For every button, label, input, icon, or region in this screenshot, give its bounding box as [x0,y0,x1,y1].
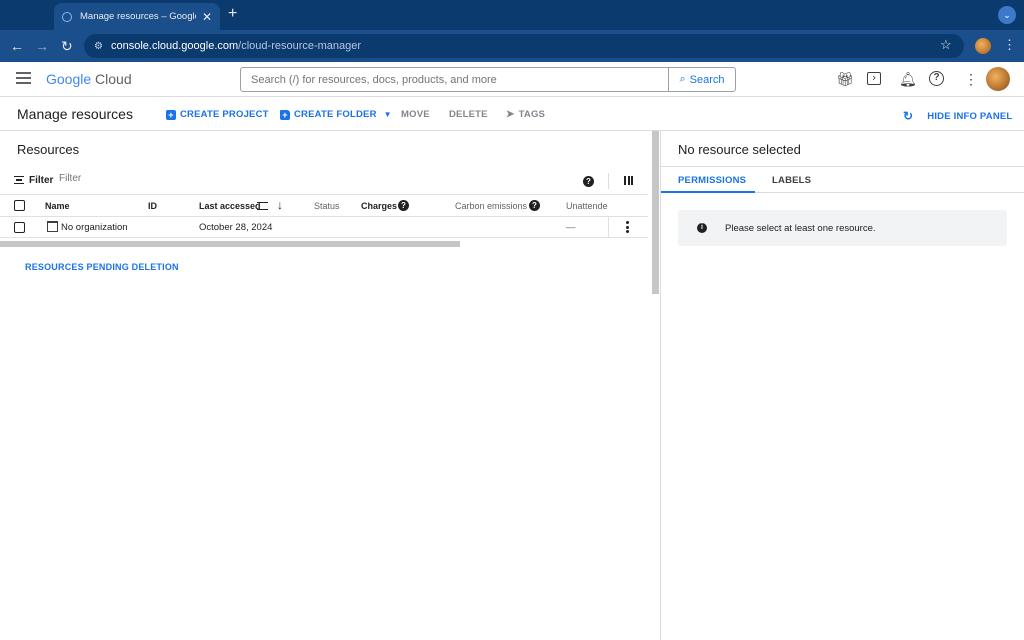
logo-google-text: Google [46,71,92,87]
tab-labels[interactable]: LABELS [772,175,811,186]
help-icon[interactable]: ? [929,71,944,86]
column-header-charges[interactable]: Charges [361,201,397,211]
table-help-icon[interactable]: ? [583,176,594,187]
cell-divider [608,217,609,238]
forward-arrow-icon[interactable]: → [35,37,49,55]
delete-button[interactable]: DELETE [449,109,488,120]
column-header-id[interactable]: ID [148,201,157,211]
search-box: ⌕ Search [240,67,736,92]
row-last-accessed: October 28, 2024 [199,222,273,233]
resources-panel: Resources Filter ? Name ID Last accessed… [0,131,660,640]
search-button-label: Search [689,73,725,86]
tags-label: TAGS [518,109,546,120]
column-header-status[interactable]: Status [314,201,340,211]
tab-title: Manage resources – Google Cloud [80,11,196,22]
filter-icon [14,176,24,184]
more-options-icon[interactable]: ⋮ [964,71,978,87]
notifications-bell-icon[interactable]: 🔔︎ [899,71,917,87]
address-bar[interactable]: ⚙ console.cloud.google.com/cloud-resourc… [84,34,964,58]
row-unattended: — [566,222,576,233]
gift-icon[interactable]: 🎁︎ [836,71,854,87]
reload-icon[interactable]: ↻ [61,37,73,55]
organization-building-icon [47,221,58,232]
account-avatar[interactable] [986,67,1010,91]
logo-cloud: Cloud [95,71,132,87]
tab-search-chevron-icon[interactable]: ⌄ [998,6,1016,24]
sort-filter-icon[interactable] [257,202,268,210]
column-header-carbon-emissions[interactable]: Carbon emissions [455,201,527,211]
hamburger-menu-icon[interactable] [16,72,31,84]
column-display-icon[interactable] [624,176,633,185]
create-project-button[interactable]: + CREATE PROJECT [166,109,269,120]
resources-title: Resources [17,142,80,157]
info-icon: i [697,223,707,233]
url-host: console.cloud.google.com [110,40,239,52]
hide-info-panel-label: HIDE INFO PANEL [927,110,1013,122]
gcp-favicon-icon [62,11,72,22]
new-tab-icon[interactable]: + [228,4,237,24]
info-panel: No resource selected PERMISSIONS LABELS … [661,131,1024,640]
row-checkbox[interactable] [14,222,25,233]
create-project-label: CREATE PROJECT [180,109,269,120]
table-row[interactable]: No organization October 28, 2024 — [0,217,648,238]
row-name[interactable]: No organization [61,222,128,233]
search-input[interactable] [241,68,668,91]
site-settings-icon[interactable]: ⚙ [94,41,103,52]
browser-profile-avatar[interactable] [975,38,991,54]
tab-permissions[interactable]: PERMISSIONS [678,175,746,186]
info-panel-title: No resource selected [678,142,801,157]
select-all-checkbox[interactable] [14,200,25,211]
page-title: Manage resources [17,106,133,122]
browser-toolbar: ← → ↻ ⚙ console.cloud.google.com/cloud-r… [0,30,1024,62]
resources-pending-deletion-link[interactable]: RESOURCES PENDING DELETION [25,262,179,272]
table-header: Name ID Last accessed ↓ Status Charges ?… [0,195,648,217]
column-header-name[interactable]: Name [45,201,70,211]
filter-bar: Filter ? [0,167,648,195]
back-arrow-icon[interactable]: ← [10,37,24,55]
hide-info-panel-button[interactable]: ↻ HIDE INFO PANEL [903,109,1012,123]
bookmark-star-icon[interactable]: ☆ [940,37,952,53]
dropdown-arrow-icon[interactable]: ▼ [384,110,392,119]
move-label: MOVE [401,109,430,120]
close-tab-icon[interactable]: ✕ [202,10,212,24]
tag-icon: ➤ [506,109,515,120]
carbon-help-icon[interactable]: ? [529,200,540,211]
search-button[interactable]: ⌕ Search [668,68,735,91]
move-button[interactable]: MOVE [401,109,430,120]
action-bar: Manage resources + CREATE PROJECT + CREA… [0,97,1024,131]
info-message-box: i Please select at least one resource. [678,210,1007,246]
logo-google: Google [46,71,95,87]
create-folder-label: CREATE FOLDER [294,109,377,120]
delete-label: DELETE [449,109,488,120]
filter-label: Filter [29,175,54,186]
filter-input[interactable] [59,173,259,184]
search-icon: ⌕ [679,73,686,85]
refresh-icon[interactable]: ↻ [903,109,913,123]
toolbar-divider [608,173,609,189]
horizontal-scrollbar[interactable] [0,241,460,247]
vertical-scrollbar[interactable] [652,131,659,294]
info-panel-tabs: PERMISSIONS LABELS [661,166,1024,193]
column-header-unattended[interactable]: Unattended [566,201,608,211]
browser-tab-strip: Manage resources – Google Cloud ✕ + ⌄ [0,0,1024,30]
create-folder-button[interactable]: + CREATE FOLDER ▼ [280,109,392,120]
add-box-icon: + [166,109,176,120]
info-message: Please select at least one resource. [725,223,876,234]
add-folder-icon: + [280,109,290,120]
active-tab-indicator [661,191,755,193]
column-header-last-accessed[interactable]: Last accessed [199,201,261,211]
browser-tab[interactable]: Manage resources – Google Cloud ✕ [54,3,220,30]
url-path: /cloud-resource-manager [238,40,362,52]
sort-descending-arrow-icon[interactable]: ↓ [277,198,283,212]
row-actions-icon[interactable] [626,221,630,235]
browser-menu-icon[interactable]: ⋮ [1003,37,1016,53]
cloud-shell-icon[interactable]: › [867,72,881,85]
tags-button[interactable]: ➤ TAGS [506,109,545,120]
charges-help-icon[interactable]: ? [398,200,409,211]
gcp-header: Google Cloud ⌕ Search 🎁︎ › 🔔︎ ? ⋮ [0,62,1024,97]
google-cloud-logo[interactable]: Google Cloud [46,71,132,87]
